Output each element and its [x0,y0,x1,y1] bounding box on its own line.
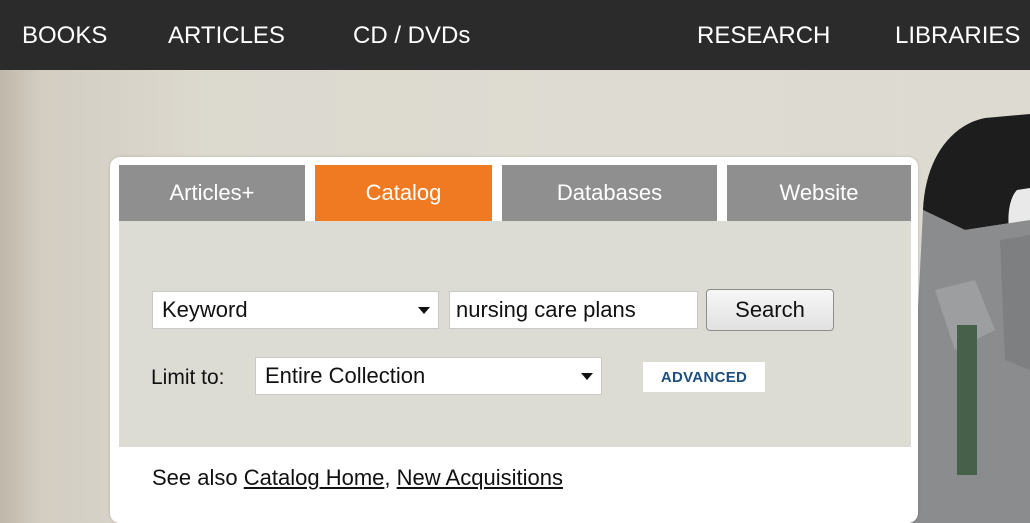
limit-to-label: Limit to: [151,366,225,389]
search-type-value: Keyword [162,297,248,322]
limit-collection-value: Entire Collection [265,363,426,388]
advanced-search-link[interactable]: ADVANCED [643,362,765,392]
search-type-select[interactable]: Keyword [152,291,439,329]
search-tabs: Articles+ Catalog Databases Website [119,165,911,221]
nav-books-link[interactable]: BOOKS [22,22,107,50]
see-also-separator: , [384,465,391,490]
catalog-search-panel: Keyword nursing care plans Search Limit … [119,221,911,447]
tab-catalog[interactable]: Catalog [315,165,492,221]
student-photo [905,70,1030,523]
search-widget: Articles+ Catalog Databases Website Keyw… [110,157,918,523]
nav-articles-link[interactable]: ARTICLES [168,22,285,50]
top-navigation: BOOKS ARTICLES CD / DVDs RESEARCH LIBRAR… [0,0,1030,70]
limit-collection-select[interactable]: Entire Collection [255,357,602,395]
search-button[interactable]: Search [706,289,834,331]
nav-libraries-link[interactable]: LIBRARIES [895,22,1020,50]
tab-articles-plus[interactable]: Articles+ [119,165,305,221]
search-query-input[interactable]: nursing care plans [449,291,698,329]
chevron-down-icon [581,373,593,380]
tab-databases[interactable]: Databases [502,165,717,221]
see-also-links: See also Catalog Home, New Acquisitions [152,465,563,491]
chevron-down-icon [418,307,430,314]
tab-website[interactable]: Website [727,165,911,221]
nav-cd-dvds-link[interactable]: CD / DVDs [353,22,470,50]
new-acquisitions-link[interactable]: New Acquisitions [397,465,563,490]
see-also-label: See also [152,465,238,490]
nav-research-link[interactable]: RESEARCH [697,22,830,50]
catalog-home-link[interactable]: Catalog Home [244,465,385,490]
